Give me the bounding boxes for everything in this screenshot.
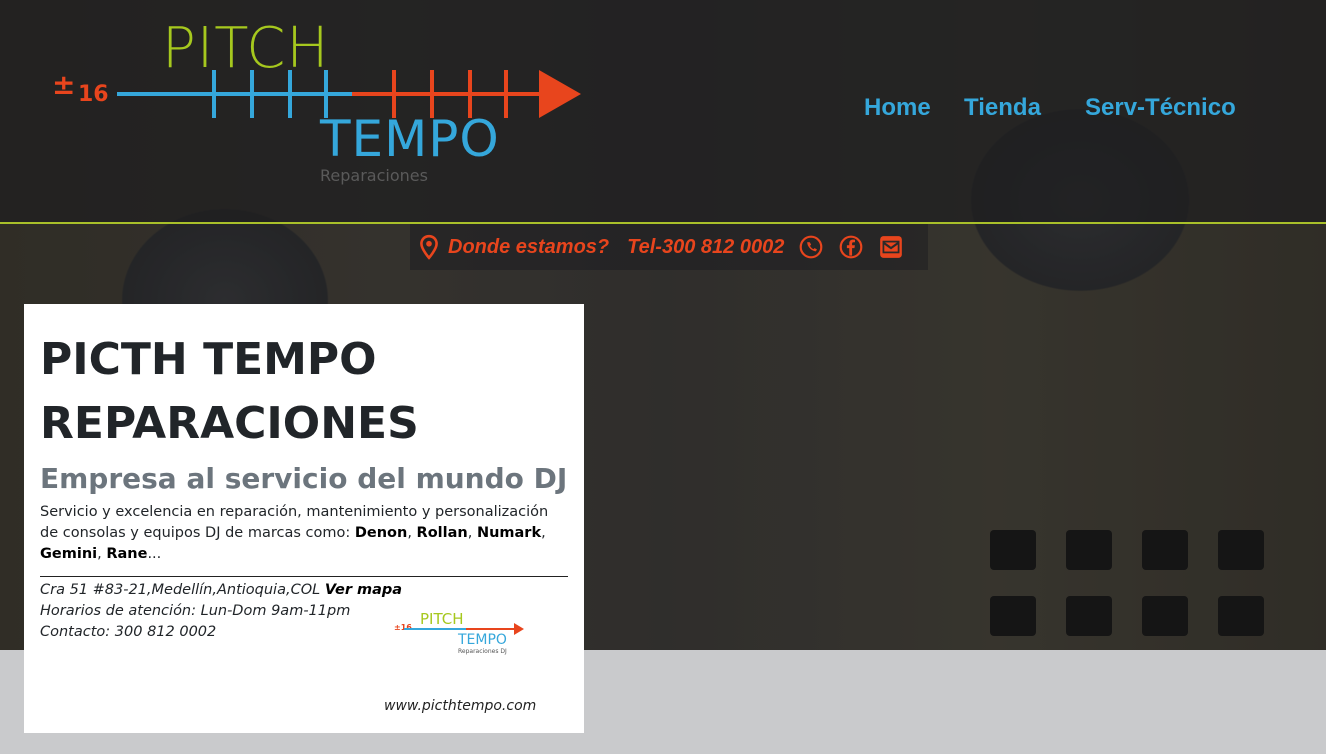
nav-home[interactable]: Home bbox=[864, 94, 931, 122]
mini-logo-pitch: PITCH bbox=[420, 610, 464, 628]
logo-line bbox=[117, 92, 352, 96]
divider bbox=[40, 576, 568, 577]
map-pin-icon[interactable] bbox=[416, 234, 442, 260]
ellipsis: ... bbox=[147, 546, 162, 562]
contact-info: Cra 51 #83-21,Medellín,Antioquia,COL Ver… bbox=[40, 580, 402, 643]
hours-text: Horarios de atención: Lun-Dom 9am-11pm bbox=[40, 603, 351, 619]
whatsapp-icon[interactable] bbox=[798, 234, 824, 260]
mini-logo-line bbox=[466, 628, 514, 630]
info-bar: Donde estamos? Tel-300 812 0002 bbox=[410, 224, 928, 270]
info-card: PICTH TEMPO REPARACIONES Empresa al serv… bbox=[24, 304, 584, 733]
nav-serv-tecnico[interactable]: Serv-Técnico bbox=[1085, 94, 1236, 122]
mini-logo-sub: Reparaciones DJ bbox=[458, 648, 507, 655]
logo-sign: ± bbox=[52, 68, 76, 101]
brand-numark: Numark bbox=[476, 525, 542, 541]
separator: , bbox=[541, 525, 546, 541]
description: Servicio y excelencia en reparación, man… bbox=[40, 502, 568, 565]
pad bbox=[1142, 596, 1188, 636]
pad bbox=[990, 596, 1036, 636]
header: ± 16 PITCH TEMPO Reparaciones Home Tiend… bbox=[0, 0, 1326, 224]
mini-logo-arrow bbox=[514, 623, 524, 635]
contact-phone-text: Contacto: 300 812 0002 bbox=[40, 624, 217, 640]
logo-tick bbox=[504, 70, 508, 118]
pad bbox=[1066, 596, 1112, 636]
phone-link[interactable]: Tel-300 812 0002 bbox=[627, 236, 784, 259]
logo-number: 16 bbox=[78, 82, 109, 107]
page-title: PICTH TEMPO REPARACIONES bbox=[40, 328, 560, 456]
brand-rollan: Rollan bbox=[416, 525, 468, 541]
logo-sub-text: Reparaciones bbox=[320, 166, 428, 185]
website-text[interactable]: www.picthtempo.com bbox=[384, 698, 536, 714]
mini-logo-line bbox=[404, 628, 466, 630]
brand-denon: Denon bbox=[354, 525, 408, 541]
logo-tempo-text: TEMPO bbox=[320, 110, 500, 168]
logo-arrow bbox=[539, 70, 581, 118]
mini-logo: ±16 PITCH TEMPO Reparaciones DJ bbox=[394, 610, 534, 660]
nav-tienda[interactable]: Tienda bbox=[964, 94, 1041, 122]
brand-gemini: Gemini bbox=[40, 546, 98, 562]
pad bbox=[990, 530, 1036, 570]
mini-logo-tempo: TEMPO bbox=[458, 632, 507, 648]
facebook-icon[interactable] bbox=[838, 234, 864, 260]
map-link[interactable]: Ver mapa bbox=[325, 582, 402, 598]
separator: , bbox=[467, 525, 477, 541]
brand-rane: Rane bbox=[106, 546, 148, 562]
mail-icon[interactable] bbox=[878, 234, 904, 260]
pad bbox=[1142, 530, 1188, 570]
separator: , bbox=[407, 525, 417, 541]
page-subtitle: Empresa al servicio del mundo DJ bbox=[40, 462, 568, 495]
title-line-1: PICTH TEMPO bbox=[40, 334, 377, 385]
logo-pitch-text: PITCH bbox=[162, 16, 330, 81]
pad bbox=[1218, 530, 1264, 570]
address-text: Cra 51 #83-21,Medellín,Antioquia,COL bbox=[40, 582, 325, 598]
separator: , bbox=[97, 546, 107, 562]
pad bbox=[1066, 530, 1112, 570]
logo-line bbox=[352, 92, 542, 96]
title-line-2: REPARACIONES bbox=[40, 398, 419, 449]
pad bbox=[1218, 596, 1264, 636]
location-link[interactable]: Donde estamos? bbox=[448, 236, 609, 259]
brand-logo[interactable]: ± 16 PITCH TEMPO Reparaciones bbox=[52, 14, 592, 194]
